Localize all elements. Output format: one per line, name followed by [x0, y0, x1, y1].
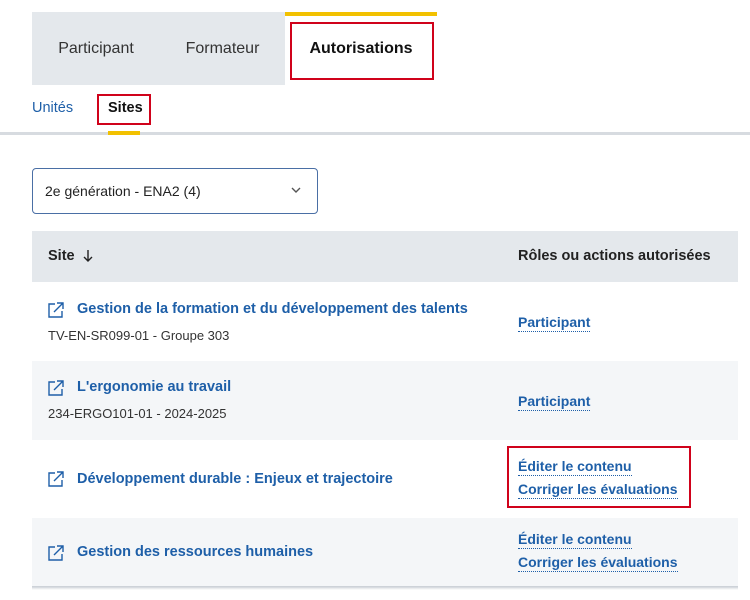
column-header-roles: Rôles ou actions autorisées [518, 248, 711, 264]
site-code: TV-EN-SR099-01 - Groupe 303 [48, 328, 230, 343]
active-subtab-indicator [108, 131, 140, 135]
tab-participant-label: Participant [58, 39, 134, 57]
column-header-site[interactable]: Site [48, 248, 75, 264]
external-link-icon[interactable] [46, 543, 66, 563]
external-link-icon[interactable] [46, 300, 66, 320]
highlight-box-sites [97, 94, 151, 125]
tab-formateur-label: Formateur [185, 39, 260, 57]
sites-table: Site Rôles ou actions autorisées Gestion… [32, 231, 738, 588]
table-bottom-shadow [32, 586, 738, 590]
table-row: Gestion de la formation et du développem… [32, 282, 738, 361]
group-select[interactable]: 2e génération - ENA2 (4) [32, 168, 318, 214]
role-link-edit-content[interactable]: Éditer le contenu [518, 531, 632, 549]
tab-formateur[interactable]: Formateur [160, 12, 285, 85]
highlight-box-roles [507, 446, 691, 508]
sort-arrow-down-icon[interactable] [82, 249, 94, 263]
external-link-icon[interactable] [46, 469, 66, 489]
main-tabbar: Participant Formateur Autorisations [0, 0, 750, 85]
role-link-participant[interactable]: Participant [518, 314, 591, 332]
table-header: Site Rôles ou actions autorisées [32, 231, 738, 282]
site-link[interactable]: L'ergonomie au travail [77, 379, 231, 395]
highlight-box-autorisations [290, 22, 434, 80]
site-link[interactable]: Gestion de la formation et du développem… [77, 301, 468, 317]
table-row: L'ergonomie au travail 234-ERGO101-01 - … [32, 361, 738, 440]
role-link-participant[interactable]: Participant [518, 393, 591, 411]
subtab-unites[interactable]: Unités [32, 100, 73, 116]
sub-tabbar: Unités Sites [0, 85, 750, 135]
site-code: 234-ERGO101-01 - 2024-2025 [48, 406, 227, 421]
table-row: Gestion des ressources humaines Éditer l… [32, 518, 738, 588]
tab-autorisations[interactable]: Autorisations [285, 12, 437, 85]
role-link-grade-assessments[interactable]: Corriger les évaluations [518, 554, 678, 572]
table-row: Développement durable : Enjeux et trajec… [32, 440, 738, 518]
chevron-down-icon [291, 187, 301, 193]
tab-participant[interactable]: Participant [32, 12, 160, 85]
site-link[interactable]: Développement durable : Enjeux et trajec… [77, 471, 393, 487]
group-select-value: 2e génération - ENA2 (4) [45, 183, 201, 199]
external-link-icon[interactable] [46, 378, 66, 398]
site-link[interactable]: Gestion des ressources humaines [77, 544, 313, 560]
